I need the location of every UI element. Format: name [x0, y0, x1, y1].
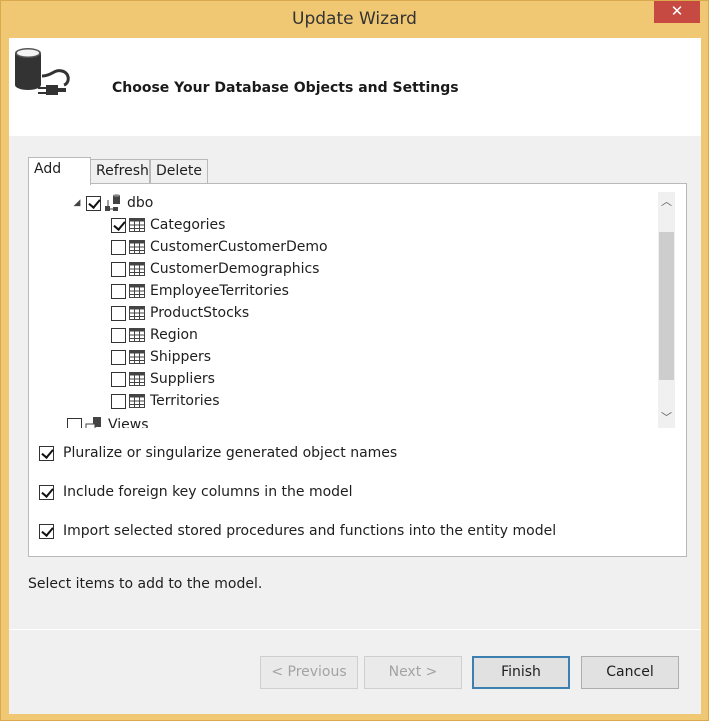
wizard-client-area: Choose Your Database Objects and Setting…	[9, 38, 701, 714]
views-checkbox[interactable]	[67, 417, 82, 428]
tree-node-categories[interactable]: Categories	[111, 214, 225, 236]
table-checkbox[interactable]	[111, 239, 126, 255]
scroll-up-icon[interactable]: ︿	[658, 192, 675, 212]
tree-label-views: Views	[108, 417, 149, 428]
views-icon	[85, 417, 101, 428]
table-icon	[129, 306, 145, 320]
tree-node-customerdemographics[interactable]: CustomerDemographics	[111, 258, 319, 280]
scroll-down-icon[interactable]: ﹀	[658, 408, 675, 428]
tree-label-dbo: dbo	[127, 195, 154, 211]
import-procedures-label: Import selected stored procedures and fu…	[63, 523, 557, 539]
tree-label: Suppliers	[150, 371, 215, 387]
close-button[interactable]: ✕	[654, 1, 700, 23]
table-checkbox[interactable]	[111, 305, 126, 321]
table-icon	[129, 240, 145, 254]
tree-label: CustomerDemographics	[150, 261, 320, 277]
tree-label: Region	[150, 327, 198, 343]
table-checkbox[interactable]	[111, 261, 126, 277]
database-objects-tree[interactable]: ◢ dbo Categories CustomerCustomerDemo Cu…	[35, 192, 657, 428]
table-checkbox[interactable]	[111, 217, 126, 233]
tree-scrollbar[interactable]: ︿ ﹀	[658, 192, 675, 428]
tree-node-suppliers[interactable]: Suppliers	[111, 368, 215, 390]
tree-node-dbo[interactable]: ◢ dbo	[71, 192, 153, 214]
foreign-keys-checkbox[interactable]	[39, 484, 54, 500]
table-icon	[129, 350, 145, 364]
tree-node-region[interactable]: Region	[111, 324, 198, 346]
tree-label: Territories	[150, 393, 220, 409]
table-checkbox[interactable]	[111, 371, 126, 387]
title-bar[interactable]: Update Wizard ✕	[1, 1, 708, 37]
add-tab-panel: ◢ dbo Categories CustomerCustomerDemo Cu…	[28, 183, 687, 557]
tab-refresh[interactable]: Refresh	[90, 159, 150, 184]
foreign-keys-label: Include foreign key columns in the model	[63, 484, 353, 500]
tree-node-employeeterritories[interactable]: EmployeeTerritories	[111, 280, 289, 302]
scroll-thumb[interactable]	[659, 232, 674, 380]
tab-add[interactable]: Add	[28, 157, 91, 185]
table-icon	[129, 372, 145, 386]
pluralize-label: Pluralize or singularize generated objec…	[63, 445, 398, 461]
tree-node-customercustomerdemo[interactable]: CustomerCustomerDemo	[111, 236, 328, 258]
footer-divider	[9, 629, 701, 630]
wizard-header: Choose Your Database Objects and Setting…	[9, 38, 701, 136]
tree-label: Shippers	[150, 349, 212, 365]
tree-label: EmployeeTerritories	[150, 283, 289, 299]
table-checkbox[interactable]	[111, 283, 126, 299]
page-title: Choose Your Database Objects and Setting…	[112, 80, 459, 96]
window-title: Update Wizard	[292, 9, 417, 29]
close-icon: ✕	[670, 2, 684, 20]
table-icon	[129, 218, 145, 232]
tree-label: CustomerCustomerDemo	[150, 239, 328, 255]
schema-icon	[105, 194, 120, 211]
tree-label: Categories	[150, 217, 226, 233]
table-checkbox[interactable]	[111, 327, 126, 343]
next-button[interactable]: Next >	[364, 656, 462, 689]
expand-triangle-icon[interactable]: ◢	[71, 197, 83, 209]
option-foreign-keys[interactable]: Include foreign key columns in the model	[39, 482, 353, 502]
tree-node-views[interactable]: Views	[67, 414, 149, 428]
table-checkbox[interactable]	[111, 349, 126, 365]
dbo-checkbox[interactable]	[86, 195, 101, 211]
table-icon	[129, 394, 145, 408]
finish-button[interactable]: Finish	[472, 656, 570, 689]
status-text: Select items to add to the model.	[28, 576, 263, 592]
cancel-button[interactable]: Cancel	[581, 656, 679, 689]
table-checkbox[interactable]	[111, 393, 126, 409]
pluralize-checkbox[interactable]	[39, 445, 54, 461]
previous-button[interactable]: < Previous	[260, 656, 358, 689]
tree-node-territories[interactable]: Territories	[111, 390, 220, 412]
tree-node-shippers[interactable]: Shippers	[111, 346, 211, 368]
update-wizard-window: Update Wizard ✕ Choose Your Database Obj…	[0, 0, 709, 721]
option-import-procedures[interactable]: Import selected stored procedures and fu…	[39, 521, 556, 541]
table-icon	[129, 262, 145, 276]
tab-delete[interactable]: Delete	[150, 159, 208, 184]
option-pluralize[interactable]: Pluralize or singularize generated objec…	[39, 443, 397, 463]
table-icon	[129, 328, 145, 342]
tree-node-productstocks[interactable]: ProductStocks	[111, 302, 249, 324]
import-procedures-checkbox[interactable]	[39, 523, 54, 539]
tree-label: ProductStocks	[150, 305, 250, 321]
database-connection-icon	[15, 48, 70, 95]
table-icon	[129, 284, 145, 298]
